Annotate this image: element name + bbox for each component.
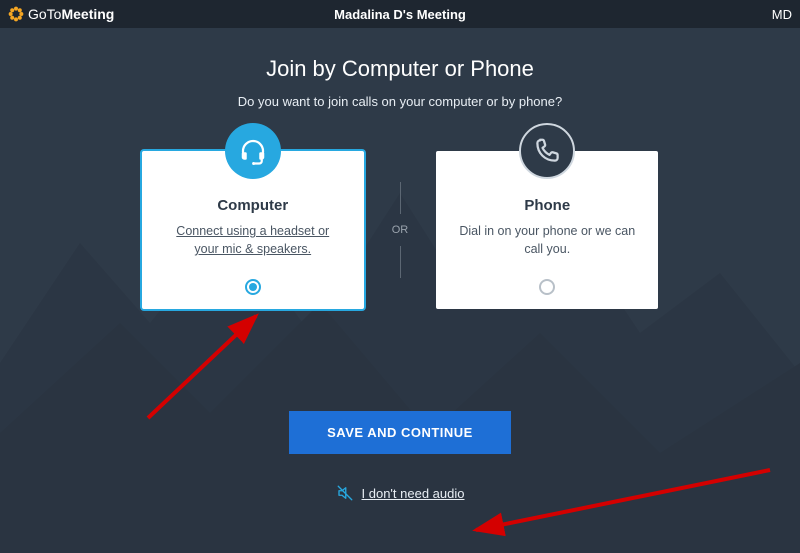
page-title: Join by Computer or Phone <box>0 56 800 82</box>
audio-options-row: Computer Connect using a headset or your… <box>0 151 800 309</box>
phone-icon-wrap <box>519 123 575 179</box>
brand: GoToMeeting <box>8 6 114 22</box>
computer-card-title: Computer <box>142 197 364 214</box>
flower-logo-icon <box>8 6 24 22</box>
computer-card-description: Connect using a headset or your mic & sp… <box>142 222 364 258</box>
save-continue-button[interactable]: SAVE AND CONTINUE <box>289 411 511 454</box>
separator-line-bottom <box>400 246 401 278</box>
header-right: MD <box>772 7 792 22</box>
page-subtitle: Do you want to join calls on your comput… <box>0 94 800 109</box>
headset-icon <box>238 136 268 166</box>
separator-line-top <box>400 182 401 214</box>
option-phone-card[interactable]: Phone Dial in on your phone or we can ca… <box>436 151 658 309</box>
computer-icon-wrap <box>225 123 281 179</box>
speaker-mute-icon <box>336 484 354 502</box>
phone-radio[interactable] <box>539 279 555 295</box>
no-audio-link[interactable]: I don't need audio <box>336 484 465 502</box>
phone-card-title: Phone <box>436 197 658 214</box>
option-computer-card[interactable]: Computer Connect using a headset or your… <box>142 151 364 309</box>
brand-text: GoToMeeting <box>28 6 114 22</box>
main-content: Join by Computer or Phone Do you want to… <box>0 28 800 507</box>
or-separator: OR <box>392 182 409 278</box>
phone-card-description: Dial in on your phone or we can call you… <box>436 222 658 258</box>
no-audio-text: I don't need audio <box>362 486 465 501</box>
app-header: GoToMeeting Madalina D's Meeting MD <box>0 0 800 28</box>
or-label: OR <box>392 224 409 236</box>
computer-radio[interactable] <box>245 279 261 295</box>
phone-icon <box>532 136 562 166</box>
user-initials[interactable]: MD <box>772 7 792 22</box>
meeting-title: Madalina D's Meeting <box>334 7 466 22</box>
